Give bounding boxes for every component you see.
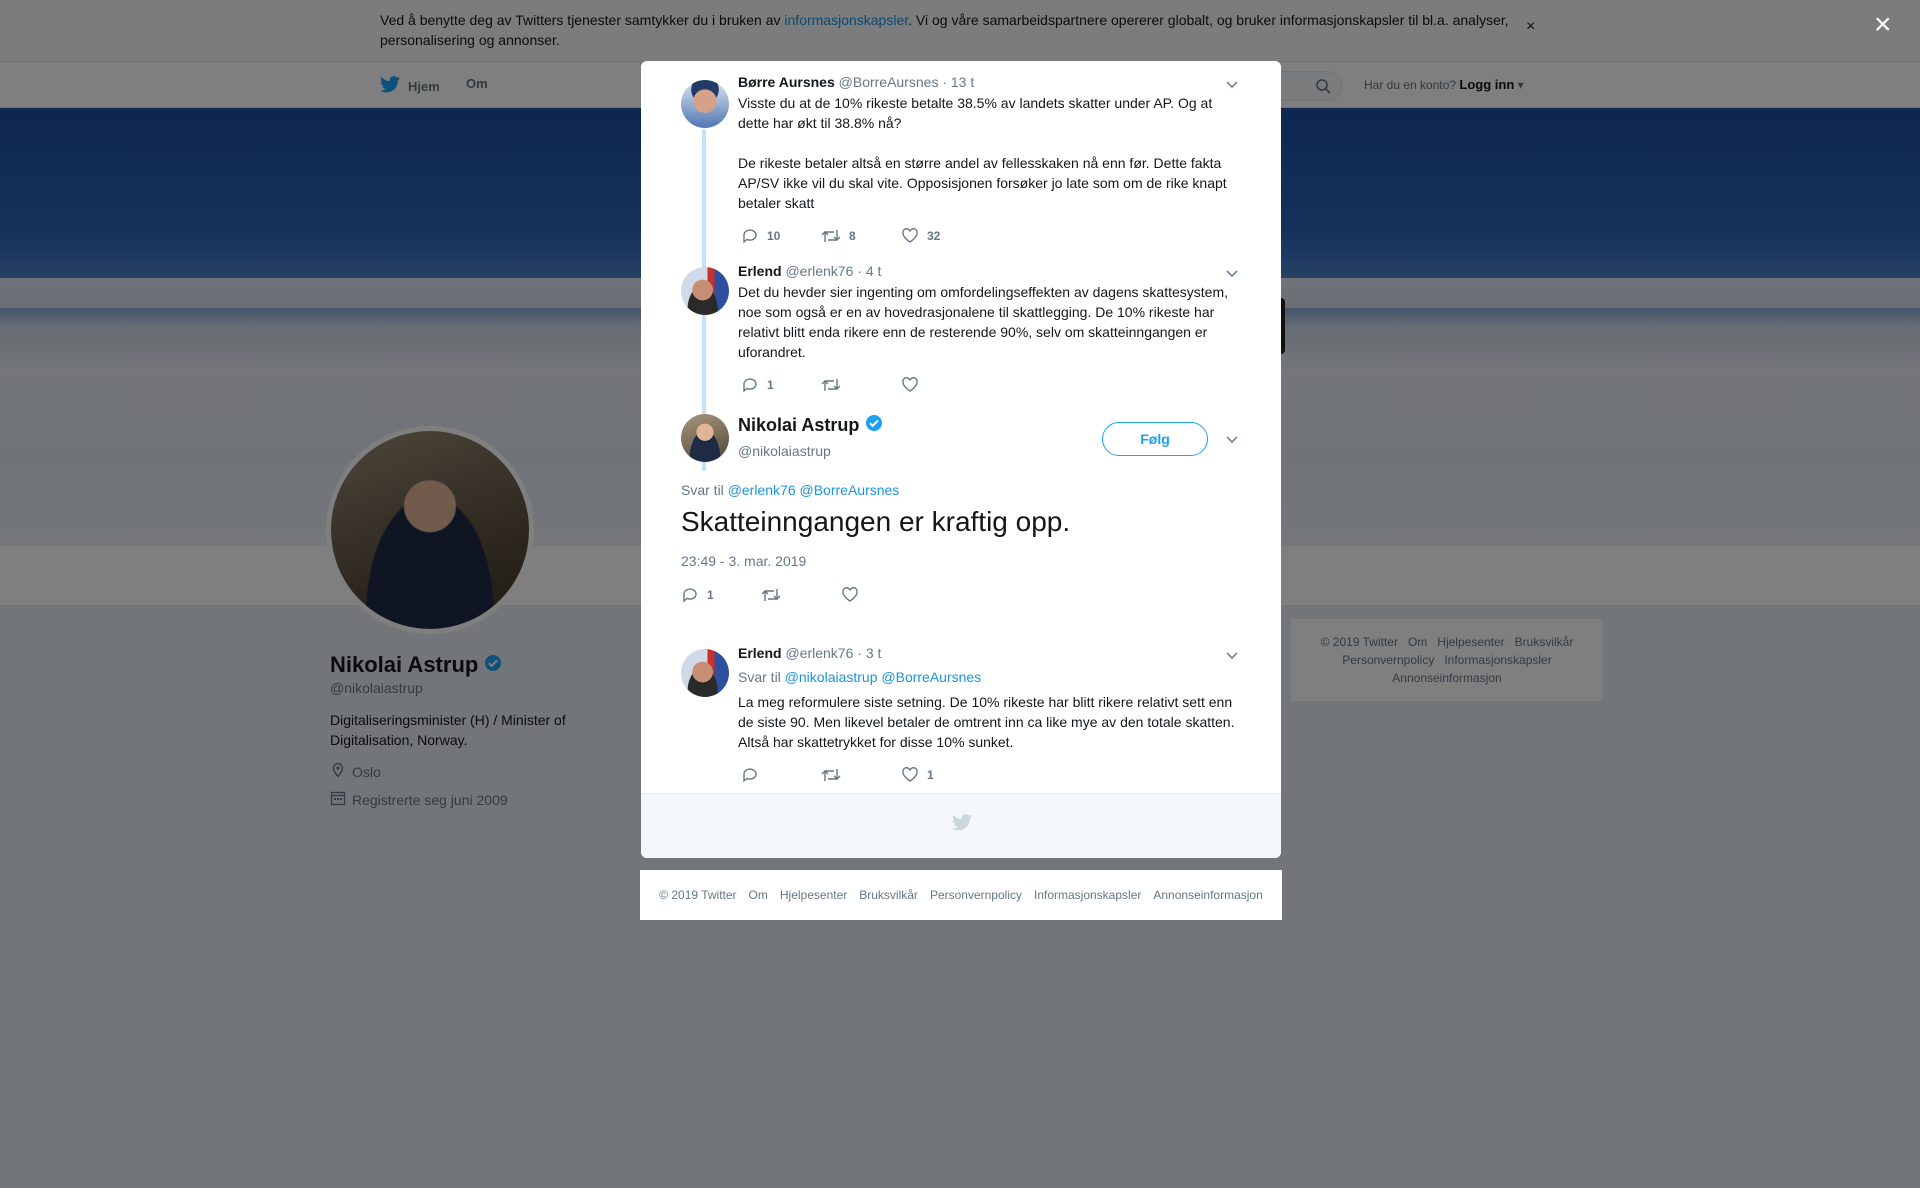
footer-about-link[interactable]: Om [749, 888, 768, 902]
like-button[interactable] [901, 376, 981, 394]
tweet-author-name[interactable]: Børre Aursnes [738, 74, 835, 90]
verified-badge-icon [865, 414, 883, 437]
reply-button[interactable]: 10 [741, 227, 821, 245]
twitter-bird-icon [952, 814, 972, 836]
tweet-header: Erlend @erlenk76 · 3 t [738, 645, 881, 661]
retweet-icon [821, 230, 841, 242]
main-tweet-handle[interactable]: @nikolaiastrup [738, 443, 831, 459]
like-icon [902, 228, 918, 243]
tweet-timestamp[interactable]: · 3 t [857, 645, 881, 661]
tweet-paragraph: Det du hevder sier ingenting om omfordel… [738, 284, 1229, 360]
retweet-count: 8 [849, 229, 856, 243]
main-tweet-text: Skatteinngangen er kraftig opp. [681, 506, 1071, 537]
bottom-footer: © 2019 Twitter Om Hjelpesenter Bruksvilk… [640, 870, 1282, 920]
retweet-button[interactable]: 8 [821, 227, 901, 245]
tweet-paragraph: Visste du at de 10% rikeste betalte 38.5… [738, 95, 1213, 131]
reply-count: 1 [767, 378, 774, 392]
avatar[interactable] [681, 267, 729, 315]
reply-to-users[interactable]: @nikolaiastrup @BorreAursnes [785, 669, 982, 685]
like-count: 1 [927, 768, 934, 782]
tweet-author-name[interactable]: Erlend [738, 645, 782, 661]
avatar[interactable] [681, 414, 729, 462]
tweet-actions: 10 8 32 [741, 227, 981, 245]
main-tweet-actions: 1 [681, 586, 921, 604]
footer-terms-link[interactable]: Bruksvilkår [859, 888, 918, 902]
like-button[interactable] [841, 586, 921, 604]
chevron-down-icon[interactable] [1225, 77, 1239, 91]
avatar[interactable] [681, 80, 729, 128]
tweet-author-handle[interactable]: @BorreAursnes [839, 74, 939, 90]
like-icon [902, 377, 918, 392]
reply-icon [683, 588, 697, 603]
reply-to-line: Svar til @nikolaiastrup @BorreAursnes [738, 669, 981, 685]
reply-count: 10 [767, 229, 781, 243]
reply-to-prefix: Svar til [681, 482, 724, 498]
footer-help-link[interactable]: Hjelpesenter [780, 888, 847, 902]
reply-button[interactable]: 1 [681, 586, 761, 604]
footer-ads-link[interactable]: Annonseinformasjon [1153, 888, 1262, 902]
like-icon [902, 767, 918, 782]
tweet-author-handle[interactable]: @erlenk76 [785, 263, 853, 279]
retweet-button[interactable] [761, 586, 841, 604]
tweet-text: Visste du at de 10% rikeste betalte 38.5… [738, 93, 1238, 213]
tweet-timestamp[interactable]: · 13 t [942, 74, 974, 90]
like-count: 32 [927, 229, 941, 243]
main-tweet-author-name[interactable]: Nikolai Astrup [738, 415, 859, 436]
tweet-header: Erlend @erlenk76 · 4 t [738, 263, 881, 279]
retweet-icon [821, 379, 841, 391]
close-icon[interactable]: × [1874, 10, 1892, 40]
tweet-text: Det du hevder sier ingenting om omfordel… [738, 282, 1238, 362]
retweet-icon [821, 769, 841, 781]
chevron-down-icon[interactable] [1225, 432, 1239, 446]
like-button[interactable]: 1 [901, 766, 981, 784]
reply-button[interactable]: 1 [741, 376, 821, 394]
reply-count: 1 [707, 588, 714, 602]
footer-copyright: © 2019 Twitter [659, 888, 737, 902]
footer-privacy-link[interactable]: Personvernpolicy [930, 888, 1022, 902]
retweet-button[interactable] [821, 376, 901, 394]
tweet-author-name[interactable]: Erlend [738, 263, 782, 279]
modal-footer [641, 793, 1281, 858]
like-icon [842, 587, 858, 602]
main-tweet-timestamp[interactable]: 23:49 - 3. mar. 2019 [681, 553, 806, 569]
reply-to-prefix: Svar til [738, 669, 781, 685]
reply-button[interactable] [741, 766, 821, 784]
tweet-author-handle[interactable]: @erlenk76 [785, 645, 853, 661]
reply-icon [743, 229, 757, 244]
tweet-actions: 1 [741, 766, 981, 784]
chevron-down-icon[interactable] [1225, 266, 1239, 280]
reply-to-users[interactable]: @erlenk76 @BorreAursnes [728, 482, 900, 498]
reply-icon [743, 768, 757, 783]
retweet-button[interactable] [821, 766, 901, 784]
reply-to-line: Svar til @erlenk76 @BorreAursnes [681, 482, 899, 498]
like-button[interactable]: 32 [901, 227, 981, 245]
chevron-down-icon[interactable] [1225, 648, 1239, 662]
tweet-actions: 1 [741, 376, 981, 394]
footer-cookies-link[interactable]: Informasjonskapsler [1034, 888, 1141, 902]
follow-button[interactable]: Følg [1102, 422, 1208, 456]
tweet-header: Børre Aursnes @BorreAursnes · 13 t [738, 74, 974, 90]
main-tweet-author[interactable]: Nikolai Astrup [738, 414, 883, 437]
avatar[interactable] [681, 649, 729, 697]
reply-icon [743, 378, 757, 393]
tweet-paragraph: De rikeste betaler altså en større andel… [738, 155, 1227, 211]
tweet-modal: Børre Aursnes @BorreAursnes · 13 t Visst… [641, 61, 1281, 858]
tweet-timestamp[interactable]: · 4 t [857, 263, 881, 279]
tweet-text: La meg reformulere siste setning. De 10%… [738, 694, 1235, 750]
retweet-icon [761, 589, 781, 601]
